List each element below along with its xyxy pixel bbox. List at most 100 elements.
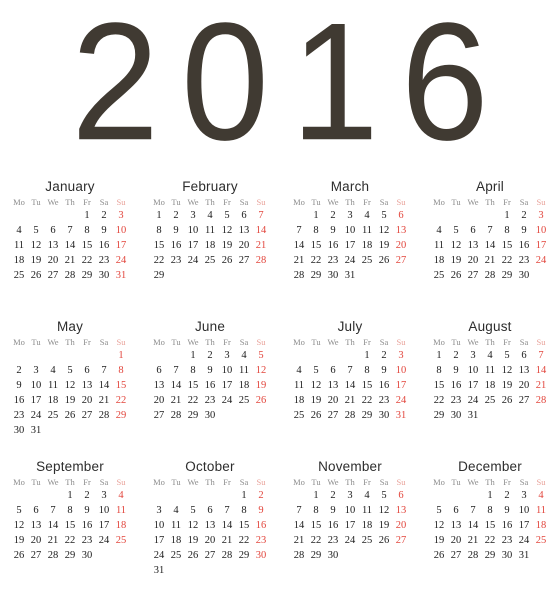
date-cell[interactable]: 15 bbox=[431, 378, 448, 393]
date-cell[interactable]: 12 bbox=[499, 363, 516, 378]
date-cell[interactable]: 6 bbox=[393, 488, 410, 503]
date-cell[interactable]: 1 bbox=[236, 488, 253, 503]
date-cell[interactable]: 5 bbox=[448, 223, 465, 238]
date-cell[interactable]: 21 bbox=[62, 253, 79, 268]
date-cell[interactable]: 22 bbox=[482, 533, 499, 548]
date-cell[interactable]: 25 bbox=[202, 253, 219, 268]
date-cell[interactable]: 17 bbox=[342, 518, 359, 533]
date-cell[interactable]: 23 bbox=[516, 253, 533, 268]
date-cell[interactable]: 8 bbox=[499, 223, 516, 238]
date-cell[interactable]: 18 bbox=[11, 253, 28, 268]
date-cell[interactable]: 3 bbox=[28, 363, 45, 378]
date-cell[interactable]: 8 bbox=[308, 503, 325, 518]
date-cell[interactable]: 9 bbox=[253, 503, 270, 518]
date-cell[interactable]: 9 bbox=[325, 503, 342, 518]
date-cell[interactable]: 19 bbox=[308, 393, 325, 408]
date-cell[interactable]: 24 bbox=[465, 393, 482, 408]
date-cell[interactable]: 22 bbox=[499, 253, 516, 268]
date-cell[interactable]: 13 bbox=[202, 518, 219, 533]
date-cell[interactable]: 29 bbox=[308, 548, 325, 563]
date-cell[interactable]: 27 bbox=[448, 548, 465, 563]
date-cell[interactable]: 30 bbox=[202, 408, 219, 423]
date-cell[interactable]: 27 bbox=[516, 393, 533, 408]
date-cell[interactable]: 15 bbox=[151, 238, 168, 253]
date-cell[interactable]: 28 bbox=[219, 548, 236, 563]
date-cell[interactable]: 25 bbox=[45, 408, 62, 423]
date-cell[interactable]: 5 bbox=[185, 503, 202, 518]
date-cell[interactable]: 28 bbox=[291, 548, 308, 563]
date-cell[interactable]: 10 bbox=[151, 518, 168, 533]
date-cell[interactable]: 13 bbox=[393, 503, 410, 518]
date-cell[interactable]: 11 bbox=[11, 238, 28, 253]
date-cell[interactable]: 11 bbox=[359, 503, 376, 518]
date-cell[interactable]: 11 bbox=[45, 378, 62, 393]
date-cell[interactable]: 8 bbox=[151, 223, 168, 238]
date-cell[interactable]: 11 bbox=[236, 363, 253, 378]
date-cell[interactable]: 12 bbox=[253, 363, 270, 378]
date-cell[interactable]: 15 bbox=[62, 518, 79, 533]
date-cell[interactable]: 6 bbox=[465, 223, 482, 238]
date-cell[interactable]: 8 bbox=[113, 363, 130, 378]
date-cell[interactable]: 26 bbox=[376, 253, 393, 268]
date-cell[interactable]: 17 bbox=[113, 238, 130, 253]
date-cell[interactable]: 2 bbox=[202, 348, 219, 363]
date-cell[interactable]: 10 bbox=[96, 503, 113, 518]
date-cell[interactable]: 6 bbox=[79, 363, 96, 378]
date-cell[interactable]: 20 bbox=[516, 378, 533, 393]
date-cell[interactable]: 19 bbox=[253, 378, 270, 393]
date-cell[interactable]: 17 bbox=[185, 238, 202, 253]
date-cell[interactable]: 28 bbox=[253, 253, 270, 268]
date-cell[interactable]: 17 bbox=[393, 378, 410, 393]
date-cell[interactable]: 27 bbox=[151, 408, 168, 423]
date-cell[interactable]: 13 bbox=[28, 518, 45, 533]
date-cell[interactable]: 22 bbox=[431, 393, 448, 408]
date-cell[interactable]: 25 bbox=[533, 533, 550, 548]
date-cell[interactable]: 13 bbox=[516, 363, 533, 378]
date-cell[interactable]: 20 bbox=[151, 393, 168, 408]
date-cell[interactable]: 6 bbox=[202, 503, 219, 518]
date-cell[interactable]: 26 bbox=[185, 548, 202, 563]
date-cell[interactable]: 3 bbox=[516, 488, 533, 503]
date-cell[interactable]: 27 bbox=[79, 408, 96, 423]
date-cell[interactable]: 15 bbox=[79, 238, 96, 253]
date-cell[interactable]: 21 bbox=[482, 253, 499, 268]
date-cell[interactable]: 1 bbox=[308, 208, 325, 223]
date-cell[interactable]: 15 bbox=[359, 378, 376, 393]
date-cell[interactable]: 9 bbox=[11, 378, 28, 393]
date-cell[interactable]: 30 bbox=[96, 268, 113, 283]
date-cell[interactable]: 20 bbox=[202, 533, 219, 548]
date-cell[interactable]: 10 bbox=[342, 223, 359, 238]
date-cell[interactable]: 31 bbox=[28, 423, 45, 438]
date-cell[interactable]: 6 bbox=[151, 363, 168, 378]
date-cell[interactable]: 31 bbox=[516, 548, 533, 563]
date-cell[interactable]: 10 bbox=[516, 503, 533, 518]
date-cell[interactable]: 5 bbox=[219, 208, 236, 223]
date-cell[interactable]: 19 bbox=[28, 253, 45, 268]
date-cell[interactable]: 7 bbox=[253, 208, 270, 223]
date-cell[interactable]: 18 bbox=[359, 238, 376, 253]
date-cell[interactable]: 27 bbox=[202, 548, 219, 563]
date-cell[interactable]: 6 bbox=[393, 208, 410, 223]
date-cell[interactable]: 22 bbox=[62, 533, 79, 548]
date-cell[interactable]: 21 bbox=[291, 533, 308, 548]
date-cell[interactable]: 18 bbox=[45, 393, 62, 408]
date-cell[interactable]: 14 bbox=[253, 223, 270, 238]
date-cell[interactable]: 15 bbox=[308, 238, 325, 253]
date-cell[interactable]: 15 bbox=[308, 518, 325, 533]
date-cell[interactable]: 10 bbox=[28, 378, 45, 393]
date-cell[interactable]: 16 bbox=[96, 238, 113, 253]
date-cell[interactable]: 23 bbox=[325, 253, 342, 268]
date-cell[interactable]: 23 bbox=[11, 408, 28, 423]
date-cell[interactable]: 9 bbox=[325, 223, 342, 238]
date-cell[interactable]: 3 bbox=[533, 208, 550, 223]
date-cell[interactable]: 17 bbox=[516, 518, 533, 533]
date-cell[interactable]: 1 bbox=[359, 348, 376, 363]
date-cell[interactable]: 9 bbox=[168, 223, 185, 238]
date-cell[interactable]: 29 bbox=[79, 268, 96, 283]
date-cell[interactable]: 18 bbox=[113, 518, 130, 533]
date-cell[interactable]: 23 bbox=[79, 533, 96, 548]
date-cell[interactable]: 7 bbox=[291, 503, 308, 518]
date-cell[interactable]: 7 bbox=[533, 348, 550, 363]
date-cell[interactable]: 8 bbox=[431, 363, 448, 378]
date-cell[interactable]: 28 bbox=[96, 408, 113, 423]
